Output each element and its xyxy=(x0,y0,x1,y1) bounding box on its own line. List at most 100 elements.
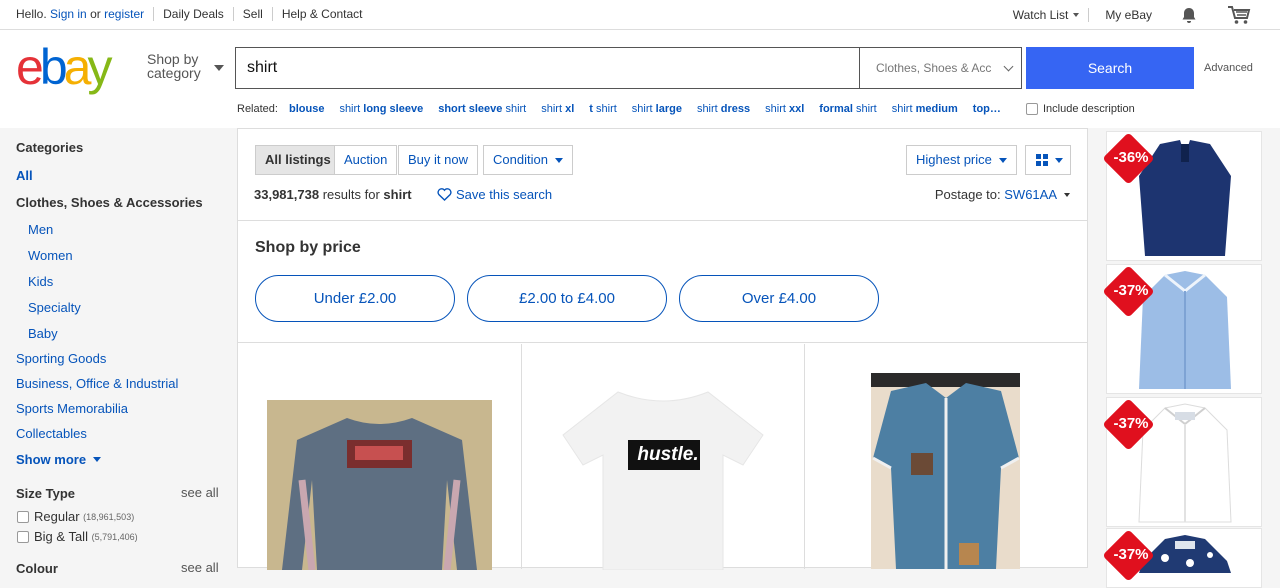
price-over-4[interactable]: Over £4.00 xyxy=(679,275,879,322)
product-image[interactable] xyxy=(558,380,768,570)
subcategory-baby[interactable]: Baby xyxy=(28,326,58,341)
search-button[interactable]: Search xyxy=(1026,47,1194,89)
category-all-link[interactable]: All xyxy=(16,168,33,183)
chevron-down-icon xyxy=(998,157,1007,163)
product-image[interactable] xyxy=(871,373,1020,569)
header: ebay Shop by category shirt Clothes, Sho… xyxy=(0,30,1280,128)
related-search-link[interactable]: shirt xxl xyxy=(765,103,804,115)
top-bar: Hello. Sign in or register Daily Deals S… xyxy=(0,0,1280,30)
category-sporting-goods[interactable]: Sporting Goods xyxy=(16,351,106,366)
related-label: Related: xyxy=(237,103,278,115)
show-more-link[interactable]: Show more xyxy=(16,452,102,467)
my-ebay-menu[interactable]: My eBay xyxy=(1105,8,1152,22)
tile-graphic-text: hustle. xyxy=(637,444,699,465)
divider xyxy=(153,7,155,21)
save-search-link[interactable]: Save this search xyxy=(437,187,552,202)
bell-icon[interactable] xyxy=(1181,7,1197,24)
product-tile[interactable]: hustle. xyxy=(522,344,805,570)
related-searches: Related: blouse shirt long sleeve short … xyxy=(237,103,1016,115)
sign-in-link[interactable]: Sign in xyxy=(50,7,87,21)
results-panel: All listings Auction Buy it now Conditio… xyxy=(237,128,1088,570)
tab-buy-it-now[interactable]: Buy it now xyxy=(398,145,478,175)
category-collectables[interactable]: Collectables xyxy=(16,426,87,441)
product-tile[interactable] xyxy=(805,344,1087,569)
tab-auction[interactable]: Auction xyxy=(334,145,398,175)
related-search-link[interactable]: shirt long sleeve xyxy=(339,103,423,115)
size-type-label: Big & Tall xyxy=(34,529,88,544)
colour-heading: Colour xyxy=(16,561,58,576)
search-input[interactable]: shirt xyxy=(235,47,860,89)
include-description-checkbox[interactable] xyxy=(1026,103,1038,115)
daily-deals-link[interactable]: Daily Deals xyxy=(163,7,224,21)
watch-list-menu[interactable]: Watch List xyxy=(1013,8,1080,22)
ad-tile[interactable]: -36% xyxy=(1102,131,1262,261)
watch-list-label: Watch List xyxy=(1012,8,1069,22)
category-label: category xyxy=(147,65,201,81)
current-category: Clothes, Shoes & Accessories xyxy=(16,195,203,210)
ad-tile[interactable]: -37% xyxy=(1102,397,1262,527)
advanced-search-link[interactable]: Advanced xyxy=(1204,62,1253,74)
related-search-link[interactable]: shirt xl xyxy=(541,103,574,115)
chevron-down-icon xyxy=(214,65,224,71)
shop-by-category-button[interactable]: Shop by category xyxy=(147,51,224,81)
related-search-link[interactable]: t shirt xyxy=(589,103,617,115)
view-toggle[interactable] xyxy=(1025,145,1071,175)
category-select[interactable]: Clothes, Shoes & Acc xyxy=(859,47,1022,89)
register-link[interactable]: register xyxy=(104,7,144,21)
include-description-option[interactable]: Include description xyxy=(1026,103,1135,115)
divider xyxy=(238,220,1087,221)
save-search-label: Save this search xyxy=(456,187,553,202)
checkbox[interactable] xyxy=(17,510,29,523)
logo-letter: y xyxy=(87,39,112,95)
size-type-see-all[interactable]: see all xyxy=(181,485,219,500)
sell-link[interactable]: Sell xyxy=(243,7,263,21)
logo-letter: a xyxy=(63,39,92,95)
price-under-2[interactable]: Under £2.00 xyxy=(255,275,455,322)
category-sports-memorabilia[interactable]: Sports Memorabilia xyxy=(16,401,128,416)
size-type-count: (18,961,503) xyxy=(83,511,135,522)
product-tile[interactable] xyxy=(238,344,522,570)
related-search-link[interactable]: shirt dress xyxy=(697,103,750,115)
chevron-down-icon xyxy=(1064,192,1070,197)
include-description-label: Include description xyxy=(1043,103,1135,115)
related-search-link[interactable]: top… xyxy=(973,103,1001,115)
ad-tile[interactable]: -37% xyxy=(1102,264,1262,394)
subcategory-women[interactable]: Women xyxy=(28,248,73,263)
subcategory-specialty[interactable]: Specialty xyxy=(28,300,81,315)
my-ebay-label: My eBay xyxy=(1105,8,1152,22)
sort-dropdown[interactable]: Highest price xyxy=(906,145,1017,175)
size-type-regular[interactable]: Regular (18,961,503) xyxy=(17,509,134,524)
subcategory-kids[interactable]: Kids xyxy=(28,274,53,289)
or-text: or xyxy=(90,7,101,21)
related-search-link[interactable]: short sleeve shirt xyxy=(438,103,526,115)
divider xyxy=(232,7,234,21)
category-select-value: Clothes, Shoes & Acc xyxy=(876,61,992,75)
ad-tile[interactable]: -37% xyxy=(1102,528,1262,588)
cart-icon[interactable] xyxy=(1227,5,1251,25)
product-image[interactable] xyxy=(267,400,492,570)
divider xyxy=(271,7,273,21)
postage-selector[interactable]: Postage to: SW61AA xyxy=(935,187,1070,202)
divider xyxy=(1088,8,1090,22)
discount-badge: -37% xyxy=(1113,546,1149,563)
discount-badge: -36% xyxy=(1113,149,1149,166)
categories-heading: Categories xyxy=(16,140,84,155)
chevron-down-icon xyxy=(554,157,563,163)
related-search-link[interactable]: formal shirt xyxy=(819,103,876,115)
tab-all-listings[interactable]: All listings xyxy=(255,145,341,175)
related-search-link[interactable]: shirt large xyxy=(632,103,682,115)
subcategory-men[interactable]: Men xyxy=(28,222,53,237)
shop-by-label: Shop by xyxy=(147,51,199,67)
chevron-down-icon xyxy=(1055,157,1063,163)
price-2-to-4[interactable]: £2.00 to £4.00 xyxy=(467,275,667,322)
condition-dropdown[interactable]: Condition xyxy=(483,145,573,175)
size-type-big-tall[interactable]: Big & Tall (5,791,406) xyxy=(17,529,138,544)
related-search-link[interactable]: shirt medium xyxy=(892,103,958,115)
category-business-office[interactable]: Business, Office & Industrial xyxy=(16,376,178,391)
condition-label: Condition xyxy=(493,152,548,167)
size-type-label: Regular xyxy=(34,509,80,524)
help-contact-link[interactable]: Help & Contact xyxy=(282,7,363,21)
related-search-link[interactable]: blouse xyxy=(289,103,324,115)
ebay-logo[interactable]: ebay xyxy=(16,39,112,95)
checkbox[interactable] xyxy=(17,530,29,543)
